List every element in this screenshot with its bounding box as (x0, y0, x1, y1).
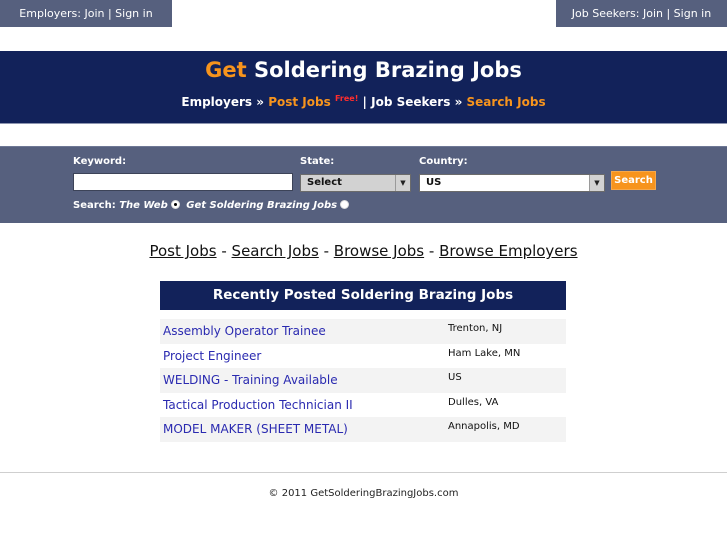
recent-jobs-panel: Recently Posted Soldering Brazing Jobs A… (160, 281, 566, 442)
job-row: Project Engineer Ham Lake, MN (160, 344, 566, 369)
search-mode-group: Search: The Web Get Soldering Brazing Jo… (73, 200, 352, 211)
job-row: Assembly Operator Trainee Trenton, NJ (160, 319, 566, 344)
search-mode-web-radio[interactable] (170, 200, 180, 209)
site-header: Get Soldering Brazing Jobs Employers » P… (0, 51, 727, 124)
country-select[interactable]: US ▼ (419, 174, 605, 192)
state-label: State: (300, 156, 335, 167)
job-seekers-arrow: » (454, 95, 463, 109)
nav-search-jobs-link[interactable]: Search Jobs (232, 242, 319, 260)
job-location: US (448, 372, 462, 383)
search-panel: Keyword: State: Country: Select ▼ US ▼ S… (0, 146, 727, 223)
site-title-accent: Get (205, 58, 247, 82)
footer-divider (0, 472, 727, 473)
main-nav: Post Jobs - Search Jobs - Browse Jobs - … (0, 242, 727, 260)
country-label: Country: (419, 156, 468, 167)
nav-sep: - (221, 242, 227, 260)
recent-jobs-heading: Recently Posted Soldering Brazing Jobs (160, 281, 566, 310)
nav-post-jobs-link[interactable]: Post Jobs (149, 242, 216, 260)
search-mode-web-label: The Web (119, 200, 168, 211)
search-mode-site-label: Get Soldering Brazing Jobs (186, 200, 338, 211)
post-jobs-link[interactable]: Post Jobs (268, 95, 331, 109)
job-title-link[interactable]: WELDING - Training Available (163, 373, 338, 387)
search-mode-site-radio[interactable] (340, 200, 350, 209)
search-jobs-link[interactable]: Search Jobs (467, 95, 546, 109)
job-location: Trenton, NJ (448, 323, 503, 334)
state-select-value: Select (307, 177, 342, 188)
job-location: Annapolis, MD (448, 421, 520, 432)
employers-label: Employers (181, 95, 253, 109)
job-row: Tactical Production Technician II Dulles… (160, 393, 566, 418)
keyword-label: Keyword: (73, 156, 127, 167)
country-select-value: US (426, 177, 442, 188)
nav-sep: - (323, 242, 329, 260)
job-row: WELDING - Training Available US (160, 368, 566, 393)
header-subnav: Employers » Post Jobs Free! | Job Seeker… (0, 94, 727, 109)
nav-browse-jobs-link[interactable]: Browse Jobs (334, 242, 424, 260)
subnav-pipe: | (362, 95, 367, 109)
site-title-rest: Soldering Brazing Jobs (253, 58, 522, 82)
chevron-down-icon: ▼ (395, 175, 410, 191)
job-location: Dulles, VA (448, 396, 499, 408)
recent-jobs-list: Assembly Operator Trainee Trenton, NJ Pr… (160, 310, 566, 442)
job-row: MODEL MAKER (SHEET METAL) Annapolis, MD (160, 417, 566, 442)
job-title-link[interactable]: Project Engineer (163, 349, 261, 363)
job-title-link[interactable]: MODEL MAKER (SHEET METAL) (163, 422, 348, 436)
employers-arrow: » (256, 95, 265, 109)
job-location: Ham Lake, MN (448, 347, 521, 359)
keyword-input[interactable] (73, 173, 293, 191)
footer-copyright: © 2011 GetSolderingBrazingJobs.com (268, 488, 459, 499)
jobseekers-join-signin-link[interactable]: Job Seekers: Join | Sign in (556, 0, 727, 27)
job-title-link[interactable]: Tactical Production Technician II (163, 398, 353, 412)
free-badge: Free! (334, 94, 359, 103)
employers-join-signin-link[interactable]: Employers: Join | Sign in (0, 0, 172, 27)
page: Employers: Join | Sign in Job Seekers: J… (0, 0, 727, 545)
job-seekers-label: Job Seekers (371, 95, 451, 109)
chevron-down-icon: ▼ (589, 175, 604, 191)
site-title[interactable]: Get Soldering Brazing Jobs (0, 58, 727, 82)
search-mode-label: Search: (73, 200, 116, 211)
nav-sep: - (428, 242, 435, 260)
nav-browse-employers-link[interactable]: Browse Employers (439, 242, 577, 260)
search-button[interactable]: Search (611, 171, 656, 190)
state-select[interactable]: Select ▼ (300, 174, 411, 192)
job-title-link[interactable]: Assembly Operator Trainee (163, 324, 326, 338)
